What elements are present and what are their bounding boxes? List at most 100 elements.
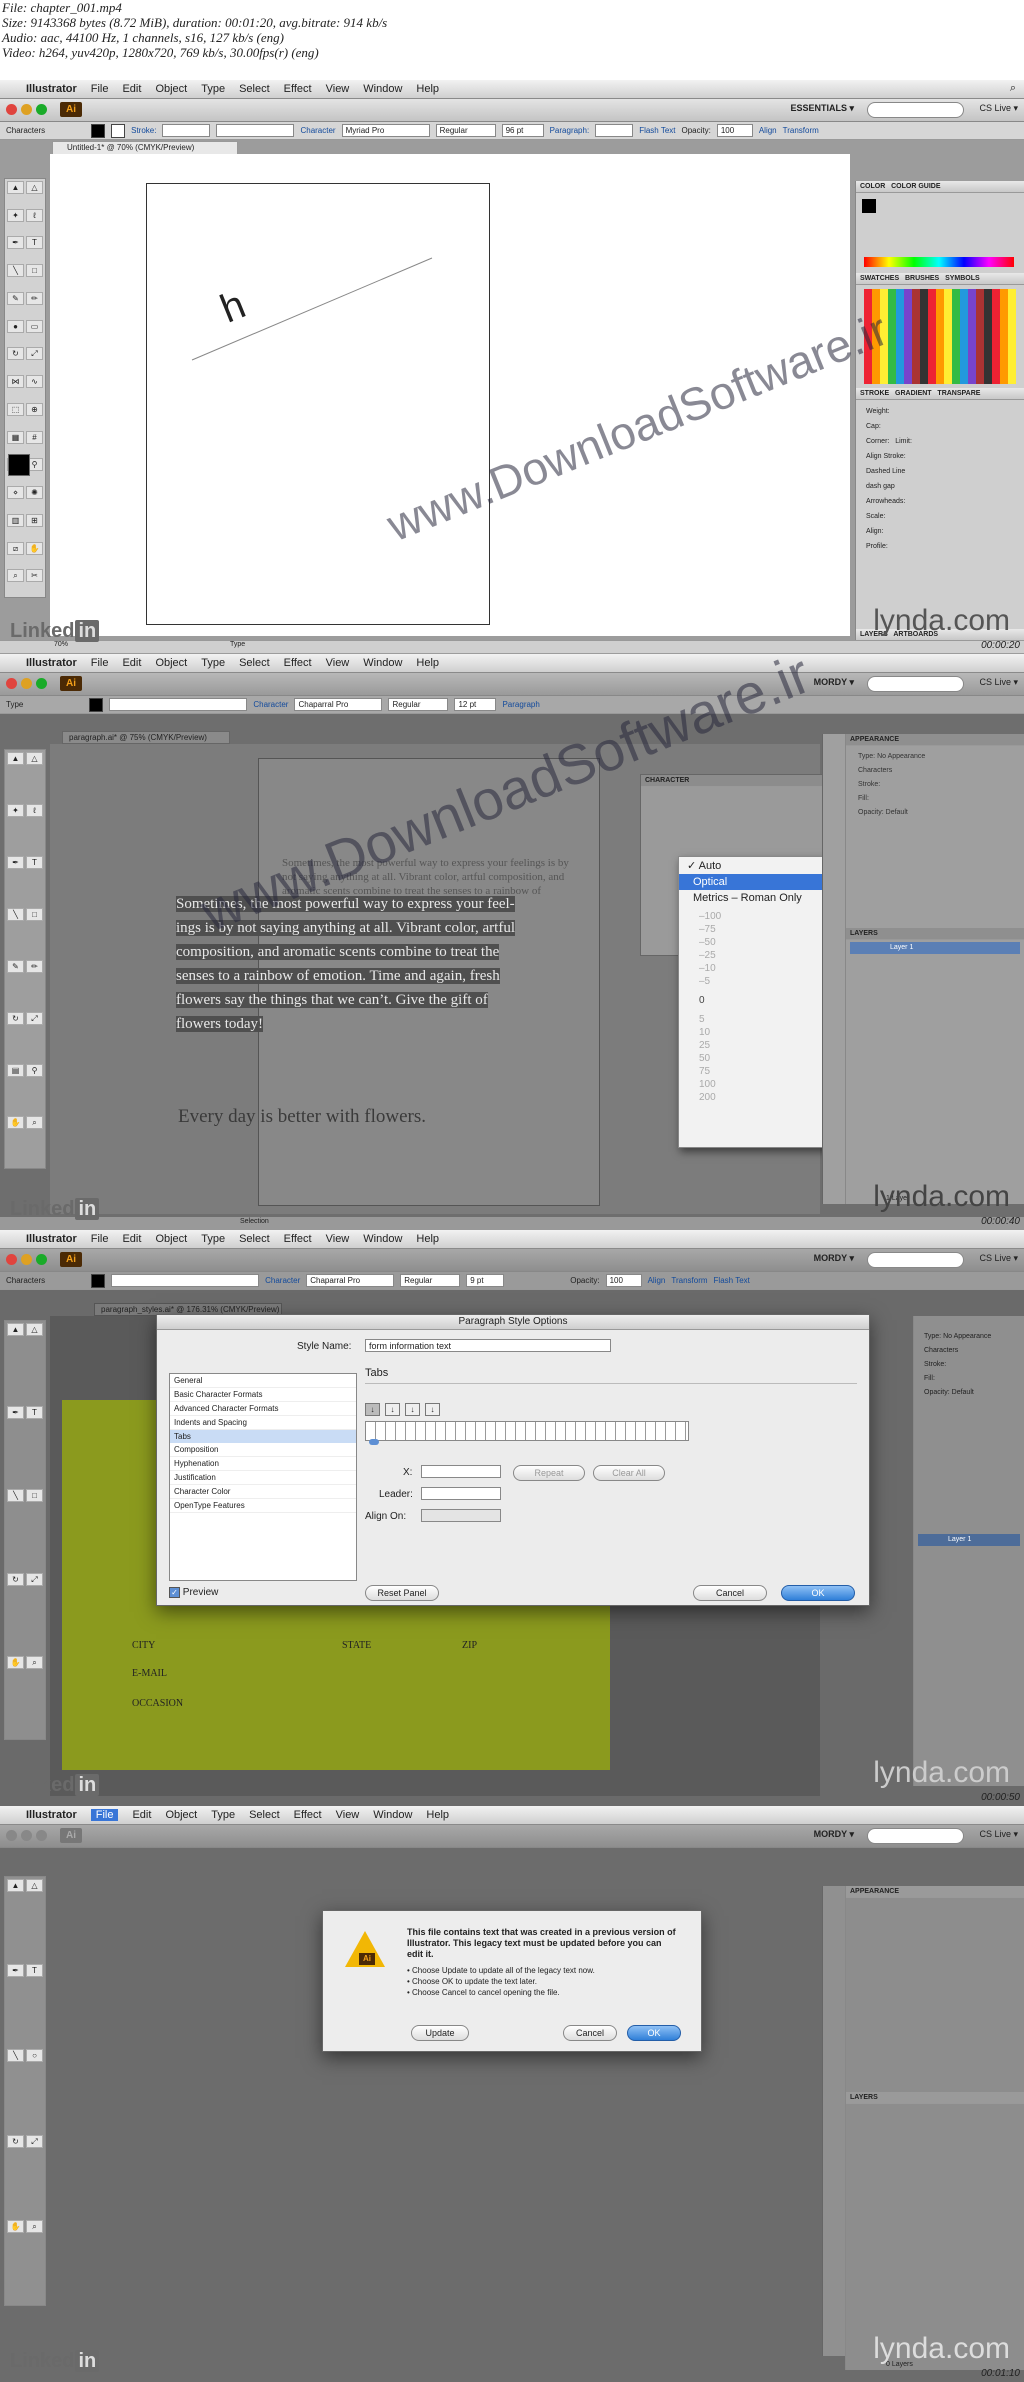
clear-all-button[interactable]: Clear All bbox=[593, 1465, 665, 1481]
decimal-tab-icon[interactable]: ↓ bbox=[425, 1403, 440, 1416]
menu-help[interactable]: Help bbox=[416, 83, 439, 95]
kerning-optical[interactable]: Optical bbox=[679, 874, 829, 890]
paintbrush-icon[interactable]: ✎ bbox=[7, 960, 24, 973]
document-tab[interactable]: Untitled-1* @ 70% (CMYK/Preview) bbox=[52, 141, 238, 155]
line-tool-icon[interactable]: ╲ bbox=[7, 264, 24, 278]
menu-window[interactable]: Window bbox=[363, 83, 402, 95]
character-link[interactable]: Character bbox=[300, 126, 335, 135]
kerning-value[interactable]: 5 bbox=[699, 1013, 809, 1026]
category-tabs[interactable]: Tabs bbox=[170, 1430, 356, 1443]
category-opentype-features[interactable]: OpenType Features bbox=[170, 1499, 356, 1513]
menu-view[interactable]: View bbox=[326, 657, 350, 669]
menu-help[interactable]: Help bbox=[426, 1809, 449, 1821]
workspace-switcher[interactable]: ESSENTIALS ▾ bbox=[790, 103, 854, 114]
cancel-button[interactable]: Cancel bbox=[563, 2025, 617, 2041]
zoom-icon[interactable] bbox=[36, 1830, 47, 1841]
workspace-switcher[interactable]: MORDY ▾ bbox=[814, 677, 854, 688]
kerning-value[interactable]: 100 bbox=[699, 1078, 809, 1091]
menu-view[interactable]: View bbox=[326, 83, 350, 95]
cs-live-button[interactable]: CS Live ▾ bbox=[979, 1253, 1018, 1264]
stroke-label[interactable]: Stroke: bbox=[131, 126, 156, 135]
paragraph-link[interactable]: Paragraph: bbox=[550, 126, 590, 135]
tagline[interactable]: Every day is better with flowers. bbox=[178, 1106, 426, 1128]
blob-brush-icon[interactable]: ● bbox=[7, 319, 24, 333]
appearance-characters[interactable]: Characters bbox=[924, 1344, 1014, 1358]
style-name-input[interactable]: form information text bbox=[365, 1339, 611, 1352]
search-input[interactable] bbox=[867, 1252, 964, 1268]
fill-color-swatch[interactable] bbox=[862, 199, 876, 213]
appearance-stroke[interactable]: Stroke: bbox=[924, 1358, 1014, 1372]
zoom-tool-icon[interactable]: ⌕ bbox=[26, 2219, 43, 2233]
align-on-input[interactable] bbox=[421, 1509, 501, 1522]
menu-file[interactable]: File bbox=[90, 1809, 119, 1821]
direct-selection-tool-icon[interactable]: △ bbox=[26, 181, 43, 194]
kerning-value[interactable]: –10 bbox=[699, 962, 809, 975]
category-character-color[interactable]: Character Color bbox=[170, 1485, 356, 1499]
appearance-opacity[interactable]: Opacity: bbox=[858, 809, 884, 816]
zoom-tool-icon[interactable]: ⌕ bbox=[26, 1116, 43, 1129]
kerning-value[interactable]: –50 bbox=[699, 936, 809, 949]
layer-row[interactable]: Layer 1 bbox=[850, 942, 1020, 954]
menu-object[interactable]: Object bbox=[155, 657, 187, 669]
flash-text-link[interactable]: Flash Text bbox=[639, 126, 675, 135]
align-link[interactable]: Align bbox=[759, 126, 777, 135]
eraser-icon[interactable]: ▭ bbox=[26, 319, 43, 333]
tab-ruler[interactable] bbox=[365, 1421, 689, 1441]
center-tab-icon[interactable]: ↓ bbox=[385, 1403, 400, 1416]
menu-edit[interactable]: Edit bbox=[122, 83, 141, 95]
line-tool-icon[interactable]: ╲ bbox=[7, 2049, 24, 2063]
menu-object[interactable]: Object bbox=[165, 1809, 197, 1821]
dashed-line-checkbox[interactable]: Dashed Line bbox=[866, 464, 1014, 479]
selection-tool-icon[interactable]: ▲ bbox=[7, 1323, 24, 1336]
menu-select[interactable]: Select bbox=[239, 1233, 270, 1245]
menu-effect[interactable]: Effect bbox=[284, 1233, 312, 1245]
tab-gradient[interactable]: GRADIENT bbox=[895, 390, 932, 397]
tab-symbols[interactable]: SYMBOLS bbox=[945, 275, 980, 282]
opacity-field[interactable]: 100 bbox=[605, 1274, 642, 1287]
scissors-icon[interactable]: ✂ bbox=[26, 569, 43, 583]
reset-panel-button[interactable]: Reset Panel bbox=[365, 1585, 439, 1601]
menu-type[interactable]: Type bbox=[201, 657, 225, 669]
zoom-tool-icon[interactable]: ⌕ bbox=[7, 569, 24, 583]
repeat-button[interactable]: Repeat bbox=[513, 1465, 585, 1481]
lasso-icon[interactable]: ℓ bbox=[26, 804, 43, 817]
hand-tool-icon[interactable]: ✋ bbox=[7, 2219, 24, 2233]
warp-tool-icon[interactable]: ∿ bbox=[26, 375, 43, 389]
document-tab[interactable]: paragraph.ai* @ 75% (CMYK/Preview) bbox=[62, 731, 230, 744]
spotlight-icon[interactable]: ⌕ bbox=[1010, 82, 1016, 95]
perspective-grid-icon[interactable]: ▦ bbox=[7, 430, 24, 444]
path-line[interactable] bbox=[180, 250, 450, 370]
category-hyphenation[interactable]: Hyphenation bbox=[170, 1457, 356, 1471]
menu-window[interactable]: Window bbox=[373, 1809, 412, 1821]
menu-type[interactable]: Type bbox=[201, 83, 225, 95]
stroke-weight-field[interactable] bbox=[162, 124, 211, 137]
app-menu[interactable]: Illustrator bbox=[26, 657, 77, 669]
type-tool-icon[interactable]: T bbox=[26, 856, 43, 869]
lasso-icon[interactable]: ℓ bbox=[26, 208, 43, 222]
preview-checkbox[interactable]: ✓ Preview bbox=[169, 1587, 218, 1598]
right-tab-icon[interactable]: ↓ bbox=[405, 1403, 420, 1416]
tab-brushes[interactable]: BRUSHES bbox=[905, 275, 939, 282]
selection-tool-icon[interactable]: ▲ bbox=[7, 181, 24, 194]
pen-tool-icon[interactable]: ✒ bbox=[7, 1964, 24, 1978]
kerning-value[interactable]: –25 bbox=[699, 949, 809, 962]
x-input[interactable] bbox=[421, 1465, 501, 1478]
zoom-icon[interactable] bbox=[36, 104, 47, 115]
line-tool-icon[interactable]: ╲ bbox=[7, 1489, 24, 1503]
menu-help[interactable]: Help bbox=[416, 1233, 439, 1245]
zoom-tool-icon[interactable]: ⌕ bbox=[26, 1655, 43, 1669]
menu-select[interactable]: Select bbox=[239, 657, 270, 669]
character-link[interactable]: Character bbox=[265, 1276, 300, 1285]
menu-window[interactable]: Window bbox=[363, 1233, 402, 1245]
paintbrush-icon[interactable]: ✎ bbox=[7, 291, 24, 305]
menu-object[interactable]: Object bbox=[155, 1233, 187, 1245]
close-icon[interactable] bbox=[6, 104, 17, 115]
app-menu[interactable]: Illustrator bbox=[26, 83, 77, 95]
kerning-value[interactable]: –5 bbox=[699, 975, 809, 988]
rotate-tool-icon[interactable]: ↻ bbox=[7, 1012, 24, 1025]
kerning-value[interactable]: –75 bbox=[699, 923, 809, 936]
search-input[interactable] bbox=[867, 676, 964, 692]
kerning-metrics[interactable]: Metrics – Roman Only bbox=[679, 890, 829, 906]
size-field[interactable]: 12 pt bbox=[454, 698, 497, 711]
cs-live-button[interactable]: CS Live ▾ bbox=[979, 1829, 1018, 1840]
